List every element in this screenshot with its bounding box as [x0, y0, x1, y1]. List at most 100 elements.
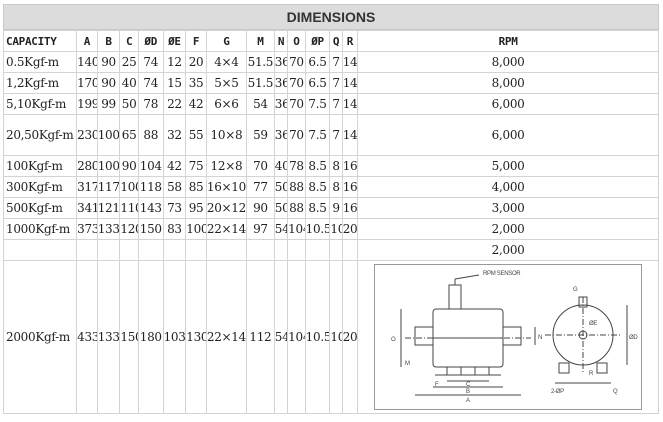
g-cell: 10×8 — [205, 114, 248, 156]
m-cell: 51.5 — [246, 72, 275, 94]
p-cell: 8.5 — [304, 197, 331, 219]
e-cell: 73 — [162, 197, 187, 219]
f-cell: 42 — [185, 93, 207, 115]
b-cell: 133 — [96, 260, 121, 414]
capacity-cell: 100Kgf-m — [2, 155, 78, 177]
e-cell: 83 — [162, 218, 187, 240]
table-row: 0.5Kgf-m14090257412204×451.536706.57148,… — [2, 51, 659, 73]
n-cell: 36 — [273, 114, 289, 156]
a-cell: 373 — [76, 218, 98, 240]
a-cell: 341 — [76, 197, 98, 219]
capacity-cell: 20,50Kgf-m — [2, 114, 78, 156]
table-row: 20,50Kgf-m2301006588325510×85936707.5714… — [2, 114, 659, 156]
c-cell: 90 — [119, 155, 139, 177]
c-cell: 50 — [119, 93, 139, 115]
g-cell: 20×12 — [205, 197, 248, 219]
n-cell: 54 — [273, 218, 289, 240]
c-cell: 25 — [119, 51, 139, 73]
o-cell: 70 — [287, 72, 306, 94]
g-cell: 16×10 — [205, 176, 248, 198]
svg-text:R: R — [589, 371, 594, 377]
header-a: A — [76, 30, 98, 52]
p-cell: 7.5 — [304, 93, 331, 115]
header-rpm: RPM — [357, 30, 659, 52]
rpm-cell: 6,000 — [357, 114, 659, 156]
g-cell: 22×14 — [205, 260, 248, 414]
dimensions-table: CAPACITY A B C ØD ØE F G M N O ØP Q R RP… — [2, 30, 659, 414]
rpm-cell: 6,000 — [357, 93, 659, 115]
o-cell: 104 — [287, 218, 306, 240]
e-cell: 42 — [162, 155, 187, 177]
header-n: N — [273, 30, 289, 52]
f-cell: 100 — [185, 218, 207, 240]
c-cell: 150 — [119, 260, 139, 414]
n-cell: 40 — [273, 155, 289, 177]
c-cell: 100 — [119, 176, 139, 198]
q-cell: 7 — [329, 93, 343, 115]
rpm-cell: 4,000 — [357, 176, 659, 198]
o-cell: 78 — [287, 155, 306, 177]
table-row: 500Kgf-m341121110143739520×129050888.591… — [2, 197, 659, 219]
g-cell: 4×4 — [205, 51, 248, 73]
capacity-cell: 1000Kgf-m — [2, 218, 78, 240]
header-p: ØP — [304, 30, 331, 52]
b-cell: 90 — [96, 72, 121, 94]
n-cell: 36 — [273, 51, 289, 73]
o-cell: 88 — [287, 197, 306, 219]
q-cell: 8 — [329, 155, 343, 177]
b-cell: 133 — [96, 218, 121, 240]
d-cell: 78 — [137, 93, 164, 115]
e-cell: 32 — [162, 114, 187, 156]
capacity-cell: 500Kgf-m — [2, 197, 78, 219]
q-cell: 10 — [329, 260, 343, 414]
header-e: ØE — [162, 30, 187, 52]
b-cell: 117 — [96, 176, 121, 198]
svg-text:B: B — [466, 389, 470, 395]
o-cell: 104 — [287, 260, 306, 414]
table-row: 2,000 — [2, 239, 659, 261]
b-cell: 100 — [96, 155, 121, 177]
n-cell: 36 — [273, 72, 289, 94]
q-cell: 9 — [329, 197, 343, 219]
a-cell: 199 — [76, 93, 98, 115]
table-row: 300Kgf-m317117100118588516×107750888.581… — [2, 176, 659, 198]
d-cell: 104 — [137, 155, 164, 177]
header-g: G — [205, 30, 248, 52]
r-cell: 14 — [341, 93, 359, 115]
r-cell: 14 — [341, 114, 359, 156]
f-cell: 130 — [185, 260, 207, 414]
e-cell: 58 — [162, 176, 187, 198]
o-cell: 70 — [287, 51, 306, 73]
f-cell: 95 — [185, 197, 207, 219]
dimensions-sheet: DIMENSIONS CAPACITY A B C ØD ØE F G M N … — [2, 4, 659, 418]
header-q: Q — [329, 30, 343, 52]
table-row: 1,2Kgf-m17090407415355×551.536706.57148,… — [2, 72, 659, 94]
header-b: B — [96, 30, 121, 52]
p-cell: 6.5 — [304, 51, 331, 73]
p-cell: 10.5 — [304, 260, 331, 414]
capacity-cell: 2000Kgf-m — [2, 260, 78, 414]
svg-text:G: G — [573, 287, 578, 293]
b-cell: 121 — [96, 197, 121, 219]
m-cell: 51.5 — [246, 51, 275, 73]
o-cell: 88 — [287, 176, 306, 198]
drawing-cell: RPM SENSOR A B C F G O N M ØD ØE 2-ØP Q … — [357, 260, 659, 414]
g-cell: 12×8 — [205, 155, 248, 177]
svg-text:A: A — [466, 398, 470, 404]
n-cell: 54 — [273, 260, 289, 414]
svg-text:2-ØP: 2-ØP — [551, 389, 564, 395]
a-cell: 317 — [76, 176, 98, 198]
q-cell: 7 — [329, 51, 343, 73]
m-cell: 97 — [246, 218, 275, 240]
table-row: 5,10Kgf-m19999507822426×65436707.57146,0… — [2, 93, 659, 115]
p-cell: 10.5 — [304, 218, 331, 240]
a-cell: 140 — [76, 51, 98, 73]
header-r: R — [341, 30, 359, 52]
n-cell: 50 — [273, 197, 289, 219]
capacity-cell: 300Kgf-m — [2, 176, 78, 198]
p-cell: 7.5 — [304, 114, 331, 156]
header-m: M — [246, 30, 275, 52]
d-cell: 118 — [137, 176, 164, 198]
q-cell: 7 — [329, 72, 343, 94]
section-title: DIMENSIONS — [3, 4, 659, 30]
